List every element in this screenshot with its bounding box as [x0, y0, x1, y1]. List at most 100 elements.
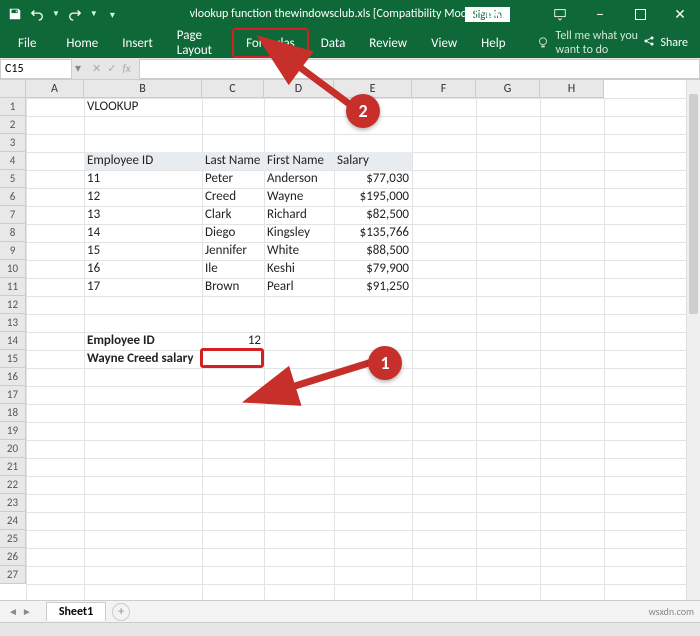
cell-E6[interactable]: $195,000 — [334, 188, 412, 206]
name-box-dropdown-icon[interactable]: ▾ — [72, 61, 84, 76]
cell-B7[interactable]: 13 — [84, 206, 202, 224]
cell-B10[interactable]: 16 — [84, 260, 202, 278]
cell-B6[interactable]: 12 — [84, 188, 202, 206]
row-header-19[interactable]: 19 — [0, 422, 26, 440]
ribbon-tab-review[interactable]: Review — [357, 28, 419, 58]
cell-D8[interactable]: Kingsley — [264, 224, 334, 242]
row-header-1[interactable]: 1 — [0, 98, 26, 116]
row-header-26[interactable]: 26 — [0, 548, 26, 566]
ribbon-tab-page-layout[interactable]: Page Layout — [165, 28, 232, 58]
redo-dropdown-icon[interactable]: ▼ — [90, 9, 98, 19]
spreadsheet-grid[interactable]: ABCDEFGH 1234567891011121314151617181920… — [0, 80, 686, 600]
cell-C8[interactable]: Diego — [202, 224, 264, 242]
row-header-13[interactable]: 13 — [0, 314, 26, 332]
cell-C9[interactable]: Jennifer — [202, 242, 264, 260]
column-header-D[interactable]: D — [264, 80, 334, 98]
sheet-tab-sheet1[interactable]: Sheet1 — [46, 602, 106, 621]
cell-E7[interactable]: $82,500 — [334, 206, 412, 224]
sheet-nav-next-icon[interactable]: ► — [22, 605, 32, 618]
cell-E4[interactable]: Salary — [334, 152, 412, 170]
row-header-7[interactable]: 7 — [0, 206, 26, 224]
cell-E8[interactable]: $135,766 — [334, 224, 412, 242]
cell-D11[interactable]: Pearl — [264, 278, 334, 296]
row-header-4[interactable]: 4 — [0, 152, 26, 170]
cell-C5[interactable]: Peter — [202, 170, 264, 188]
add-sheet-button[interactable]: + — [112, 603, 130, 621]
column-header-B[interactable]: B — [84, 80, 202, 98]
row-header-25[interactable]: 25 — [0, 530, 26, 548]
row-header-6[interactable]: 6 — [0, 188, 26, 206]
cell-B5[interactable]: 11 — [84, 170, 202, 188]
row-header-12[interactable]: 12 — [0, 296, 26, 314]
cell-D9[interactable]: White — [264, 242, 334, 260]
cell-B15[interactable]: Wayne Creed salary — [84, 350, 202, 368]
cell-E11[interactable]: $91,250 — [334, 278, 412, 296]
cell-C7[interactable]: Clark — [202, 206, 264, 224]
ribbon-tab-formulas[interactable]: Formulas — [232, 28, 309, 58]
cell-C10[interactable]: Ile — [202, 260, 264, 278]
fx-icon[interactable]: fx — [122, 62, 130, 75]
cell-D4[interactable]: First Name — [264, 152, 334, 170]
ribbon-tab-view[interactable]: View — [419, 28, 469, 58]
row-header-10[interactable]: 10 — [0, 260, 26, 278]
select-all-corner[interactable] — [0, 80, 26, 98]
cell-D6[interactable]: Wayne — [264, 188, 334, 206]
name-box[interactable]: C15 — [0, 59, 72, 79]
ribbon-tab-home[interactable]: Home — [54, 28, 110, 58]
row-header-21[interactable]: 21 — [0, 458, 26, 476]
row-header-22[interactable]: 22 — [0, 476, 26, 494]
row-header-14[interactable]: 14 — [0, 332, 26, 350]
row-header-3[interactable]: 3 — [0, 134, 26, 152]
column-header-F[interactable]: F — [412, 80, 476, 98]
cell-B9[interactable]: 15 — [84, 242, 202, 260]
column-header-G[interactable]: G — [476, 80, 540, 98]
column-header-C[interactable]: C — [202, 80, 264, 98]
cell-E5[interactable]: $77,030 — [334, 170, 412, 188]
row-header-2[interactable]: 2 — [0, 116, 26, 134]
cell-C6[interactable]: Creed — [202, 188, 264, 206]
column-header-A[interactable]: A — [26, 80, 84, 98]
row-header-18[interactable]: 18 — [0, 404, 26, 422]
minimize-button[interactable]: – — [580, 0, 620, 28]
sheet-nav-prev-icon[interactable]: ◄ — [8, 605, 18, 618]
row-header-23[interactable]: 23 — [0, 494, 26, 512]
cell-B8[interactable]: 14 — [84, 224, 202, 242]
save-icon[interactable] — [8, 7, 22, 21]
redo-icon[interactable] — [68, 7, 82, 21]
row-header-27[interactable]: 27 — [0, 566, 26, 584]
cell-B1[interactable]: VLOOKUP — [84, 98, 202, 116]
ribbon-options-icon[interactable] — [540, 0, 580, 28]
vertical-scrollbar[interactable] — [686, 80, 700, 600]
cancel-formula-icon[interactable]: ✕ — [92, 62, 101, 75]
cell-E10[interactable]: $79,900 — [334, 260, 412, 278]
scrollbar-thumb[interactable] — [689, 94, 698, 314]
enter-formula-icon[interactable]: ✓ — [107, 62, 116, 75]
cell-C14[interactable]: 12 — [202, 332, 264, 350]
cell-B14[interactable]: Employee ID — [84, 332, 202, 350]
ribbon-tab-file[interactable]: File — [0, 28, 54, 58]
column-header-E[interactable]: E — [334, 80, 412, 98]
cell-D7[interactable]: Richard — [264, 206, 334, 224]
formula-bar[interactable] — [139, 59, 700, 79]
close-button[interactable]: ✕ — [660, 0, 700, 28]
share-button[interactable]: Share — [643, 35, 688, 51]
cell-D10[interactable]: Keshi — [264, 260, 334, 278]
tell-me-search[interactable]: Tell me what you want to do — [536, 29, 644, 57]
cell-B4[interactable]: Employee ID — [84, 152, 202, 170]
cell-B11[interactable]: 17 — [84, 278, 202, 296]
row-header-8[interactable]: 8 — [0, 224, 26, 242]
undo-dropdown-icon[interactable]: ▼ — [52, 9, 60, 19]
ribbon-tab-help[interactable]: Help — [469, 28, 517, 58]
cell-C11[interactable]: Brown — [202, 278, 264, 296]
cell-D5[interactable]: Anderson — [264, 170, 334, 188]
column-header-H[interactable]: H — [540, 80, 604, 98]
row-header-20[interactable]: 20 — [0, 440, 26, 458]
qat-customize-icon[interactable]: ▾ — [110, 8, 115, 21]
row-header-16[interactable]: 16 — [0, 368, 26, 386]
maximize-button[interactable] — [620, 0, 660, 28]
ribbon-tab-insert[interactable]: Insert — [110, 28, 165, 58]
row-header-9[interactable]: 9 — [0, 242, 26, 260]
row-header-17[interactable]: 17 — [0, 386, 26, 404]
cell-C4[interactable]: Last Name — [202, 152, 264, 170]
ribbon-tab-data[interactable]: Data — [309, 28, 358, 58]
